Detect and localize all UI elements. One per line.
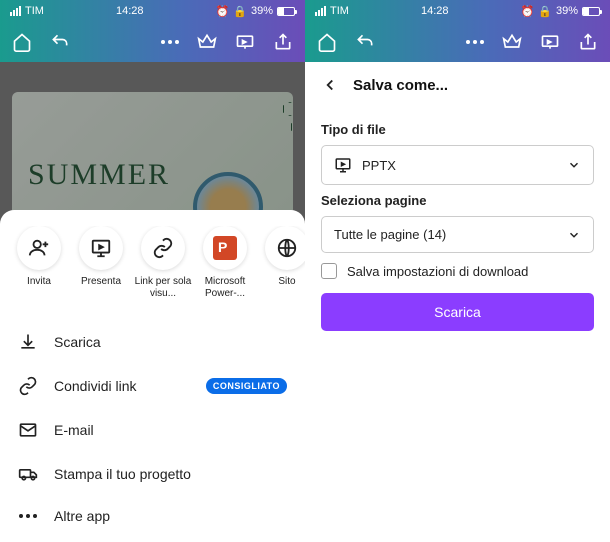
save-as-form: Tipo di file PPTX Seleziona pagine Tutte… — [305, 108, 610, 337]
status-bar: TIM 14:28 ⏰ 🔒 39% — [305, 0, 610, 22]
present-icon[interactable] — [235, 32, 255, 52]
more-dots-icon — [18, 514, 38, 518]
share-website[interactable]: Sito — [258, 226, 305, 300]
action-share-link[interactable]: Condividi link CONSIGLIATO — [0, 364, 305, 408]
pages-select[interactable]: Tutte le pagine (14) — [321, 216, 594, 253]
signal-icon — [315, 6, 326, 16]
download-button[interactable]: Scarica — [321, 293, 594, 331]
truck-icon — [18, 464, 38, 484]
recommended-badge: CONSIGLIATO — [206, 378, 287, 394]
action-email[interactable]: E-mail — [0, 408, 305, 452]
share-icon[interactable] — [273, 32, 293, 52]
download-icon — [18, 332, 38, 352]
undo-icon[interactable] — [355, 32, 375, 52]
carrier-label: TIM — [330, 5, 349, 17]
alarm-icon: ⏰ — [216, 5, 230, 18]
add-user-icon — [28, 237, 50, 259]
page-title: Salva come... — [353, 77, 448, 94]
clock: 14:28 — [421, 5, 449, 17]
more-icon[interactable] — [466, 40, 484, 44]
globe-icon — [276, 237, 298, 259]
share-present[interactable]: Presenta — [72, 226, 130, 300]
signal-icon — [10, 6, 21, 16]
rotation-lock-icon: 🔒 — [233, 5, 247, 18]
home-icon[interactable] — [317, 32, 337, 52]
screen-save-as: TIM 14:28 ⏰ 🔒 39% — [305, 0, 610, 542]
filetype-select[interactable]: PPTX — [321, 145, 594, 185]
alarm-icon: ⏰ — [521, 5, 535, 18]
canvas-area: SUMMER Invita — [0, 62, 305, 542]
app-toolbar — [0, 22, 305, 62]
carrier-label: TIM — [25, 5, 44, 17]
share-icon[interactable] — [578, 32, 598, 52]
share-view-link[interactable]: Link per sola visu... — [134, 226, 192, 300]
app-toolbar — [305, 22, 610, 62]
battery-icon — [277, 7, 295, 16]
share-icons-row: Invita Presenta Link per sola visu... Mi… — [0, 226, 305, 314]
battery-pct: 39% — [251, 5, 273, 17]
link-icon — [18, 376, 38, 396]
undo-icon[interactable] — [50, 32, 70, 52]
link-icon — [152, 237, 174, 259]
share-powerpoint[interactable]: Microsoft Power-... — [196, 226, 254, 300]
share-bottom-sheet: Invita Presenta Link per sola visu... Mi… — [0, 210, 305, 542]
present-icon[interactable] — [540, 32, 560, 52]
battery-icon — [582, 7, 600, 16]
battery-pct: 39% — [556, 5, 578, 17]
save-settings-checkbox-row[interactable]: Salva impostazioni di download — [321, 263, 594, 279]
home-icon[interactable] — [12, 32, 32, 52]
email-icon — [18, 420, 38, 440]
checkbox[interactable] — [321, 263, 337, 279]
crown-icon[interactable] — [502, 32, 522, 52]
share-invite[interactable]: Invita — [10, 226, 68, 300]
pages-label: Seleziona pagine — [321, 193, 594, 208]
action-list: Scarica Condividi link CONSIGLIATO E-mai… — [0, 314, 305, 542]
crown-icon[interactable] — [197, 32, 217, 52]
action-download[interactable]: Scarica — [0, 320, 305, 364]
action-print[interactable]: Stampa il tuo progetto — [0, 452, 305, 496]
rotation-lock-icon: 🔒 — [538, 5, 552, 18]
status-bar: TIM 14:28 ⏰ 🔒 39% — [0, 0, 305, 22]
page-header: Salva come... — [305, 62, 610, 108]
filetype-label: Tipo di file — [321, 122, 594, 137]
present-screen-icon — [90, 237, 112, 259]
action-more-apps[interactable]: Altre app — [0, 496, 305, 536]
screen-share-sheet: TIM 14:28 ⏰ 🔒 39% — [0, 0, 305, 542]
chevron-down-icon — [567, 228, 581, 242]
clock: 14:28 — [116, 5, 144, 17]
more-icon[interactable] — [161, 40, 179, 44]
chevron-down-icon — [567, 158, 581, 172]
powerpoint-icon — [213, 236, 237, 260]
pptx-icon — [334, 156, 352, 174]
back-chevron-icon[interactable] — [321, 76, 339, 94]
